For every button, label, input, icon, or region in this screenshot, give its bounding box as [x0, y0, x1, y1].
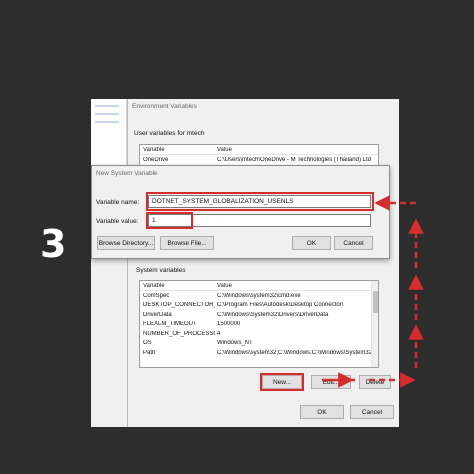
instruction-arrows [322, 195, 424, 388]
